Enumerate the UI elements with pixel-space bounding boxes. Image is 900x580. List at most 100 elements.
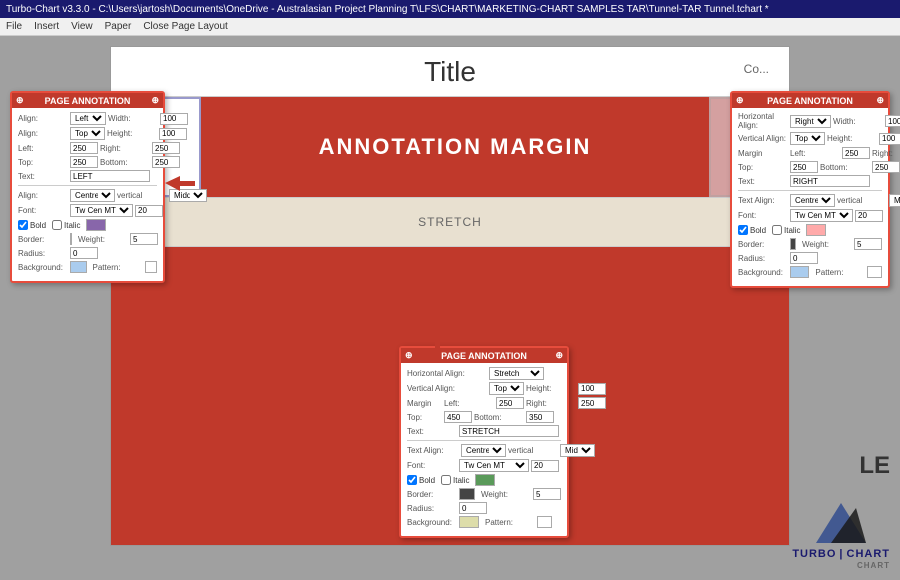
panel-bottom-vertical-select[interactable]: Midd — [560, 444, 595, 457]
panel-bottom-right-input[interactable] — [578, 397, 606, 409]
panel-left-halign-select[interactable]: Left — [70, 112, 106, 125]
panel-right-halign-row: Horizontal Align: Right Width: — [738, 112, 882, 130]
panel-right-style-row: Bold Italic — [738, 224, 882, 236]
chart-badge: CHART — [857, 561, 890, 570]
panel-bottom-text-input[interactable] — [459, 425, 559, 437]
panel-right-italic-check[interactable] — [772, 225, 782, 235]
panel-bottom-bottom-input[interactable] — [526, 411, 554, 423]
panel-right-text-input[interactable] — [790, 175, 870, 187]
panel-bottom-border-swatch[interactable] — [459, 488, 475, 500]
menu-close-page-layout[interactable]: Close Page Layout — [143, 21, 228, 32]
panel-left-color-swatch[interactable] — [86, 219, 106, 231]
panel-left-margin2-row: Top: Bottom: — [18, 156, 157, 168]
page-title-section: Title Co... — [111, 47, 789, 97]
panel-bottom-title: ⊕ PAGE ANNOTATION ⊕ — [401, 348, 567, 363]
panel-bottom-color-swatch[interactable] — [475, 474, 495, 486]
panel-left-font-size[interactable] — [135, 205, 163, 217]
panel-bottom-top-input[interactable] — [444, 411, 472, 423]
panel-left-width-label: Width: — [108, 114, 158, 123]
panel-right-title-text: PAGE ANNOTATION — [767, 96, 853, 106]
panel-left-valign-label: Align: — [18, 129, 68, 138]
panel-bottom-font-select[interactable]: Tw Cen MT — [459, 459, 529, 472]
panel-left-width-input[interactable] — [160, 113, 188, 125]
panel-right-color-swatch[interactable] — [806, 224, 826, 236]
panel-left-title: ⊕ PAGE ANNOTATION ⊕ — [12, 93, 163, 108]
panel-right-vertical-select[interactable]: Midd — [889, 194, 900, 207]
panel-right-bold-check[interactable] — [738, 225, 748, 235]
menu-paper[interactable]: Paper — [105, 21, 132, 32]
panel-bottom-textalign-label: Text Align: — [407, 446, 459, 455]
panel-bottom-bold-label: Bold — [419, 476, 435, 485]
panel-left-bold-check[interactable] — [18, 220, 28, 230]
panel-bottom-textalign-row: Text Align: Centre vertical Midd — [407, 444, 561, 457]
panel-right-textalign-select[interactable]: Centre — [790, 194, 835, 207]
panel-left-font-label: Font: — [18, 206, 68, 215]
panel-left-font-select[interactable]: Tw Cen MT — [70, 204, 133, 217]
panel-left-weight-input[interactable] — [130, 233, 158, 245]
panel-bottom-bold-check[interactable] — [407, 475, 417, 485]
menu-view[interactable]: View — [71, 21, 93, 32]
panel-right-halign-select[interactable]: Right — [790, 115, 831, 128]
panel-bottom-bg-swatch[interactable] — [459, 516, 479, 528]
panel-bottom-valign-select[interactable]: Top — [489, 382, 524, 395]
panel-bottom-weight-input[interactable] — [533, 488, 561, 500]
panel-left-bottom-input[interactable] — [152, 156, 180, 168]
panel-left-radius-input[interactable] — [70, 247, 98, 259]
panel-left-bold-label: Bold — [30, 221, 46, 230]
panel-bottom-vertical-label: vertical — [508, 446, 558, 455]
panel-bottom-halign-select[interactable]: Stretch — [489, 367, 544, 380]
panel-right-font-size[interactable] — [855, 210, 883, 222]
panel-left-weight-label: Weight: — [78, 235, 128, 244]
panel-bottom-left-input[interactable] — [496, 397, 524, 409]
panel-left-height-input[interactable] — [159, 128, 187, 140]
panel-left-top-input[interactable] — [70, 156, 98, 168]
panel-left-italic-check[interactable] — [52, 220, 62, 230]
menu-insert[interactable]: Insert — [34, 21, 59, 32]
panel-right-bg-swatch[interactable] — [790, 266, 809, 278]
panel-bottom-radius-label: Radius: — [407, 504, 457, 513]
panel-left-bottom-label: Bottom: — [100, 158, 150, 167]
panel-right-radius-input[interactable] — [790, 252, 818, 264]
panel-bottom-pattern-swatch[interactable] — [537, 516, 552, 528]
panel-bottom-height-input[interactable] — [578, 383, 606, 395]
panel-right-border-swatch[interactable] — [790, 238, 796, 250]
panel-left-valign-select[interactable]: Top — [70, 127, 105, 140]
panel-bottom-height-label: Height: — [526, 384, 576, 393]
panel-left-vertical-label: vertical — [117, 191, 167, 200]
panel-left-textalign-row: Align: Centre vertical Middle — [18, 189, 157, 202]
panel-right-bottom-input[interactable] — [872, 161, 900, 173]
logo-separator: | — [839, 548, 843, 560]
panel-bottom-textalign-select[interactable]: Centre — [461, 444, 506, 457]
panel-bottom-italic-check[interactable] — [441, 475, 451, 485]
panel-right-width-input[interactable] — [885, 115, 900, 127]
panel-right-height-input[interactable] — [879, 133, 900, 145]
panel-right-left-input[interactable] — [842, 147, 870, 159]
panel-right-top-input[interactable] — [790, 161, 818, 173]
panel-right-font-select[interactable]: Tw Cen MT — [790, 209, 853, 222]
panel-right-pattern-swatch[interactable] — [867, 266, 882, 278]
panel-left-bg-swatch[interactable] — [70, 261, 87, 273]
panel-left-valign-row: Align: Top Height: — [18, 127, 157, 140]
page-title: Title — [131, 56, 769, 88]
panel-right-valign-select[interactable]: Top — [790, 132, 825, 145]
panel-left-text-input[interactable] — [70, 170, 150, 182]
panel-left-left-input[interactable] — [70, 142, 98, 154]
panel-left-height-label: Height: — [107, 129, 157, 138]
panel-left-margin-row: Left: Right: — [18, 142, 157, 154]
panel-right-left-label: Left: — [790, 149, 840, 158]
arrow-left-indicator — [165, 176, 195, 196]
panel-bottom-left-label: Left: — [444, 399, 494, 408]
panel-left-right-input[interactable] — [152, 142, 180, 154]
panel-right-border-label: Border: — [738, 240, 788, 249]
panel-left-textalign-select[interactable]: Centre — [70, 189, 115, 202]
menu-file[interactable]: File — [6, 21, 22, 32]
panel-bottom-font-size[interactable] — [531, 460, 559, 472]
panel-bottom-radius-input[interactable] — [459, 502, 487, 514]
panel-bottom-style-row: Bold Italic — [407, 474, 561, 486]
panel-right-weight-input[interactable] — [854, 238, 882, 250]
panel-left-top-label: Top: — [18, 158, 68, 167]
panel-left-pattern-swatch[interactable] — [145, 261, 157, 273]
panel-left-border-swatch[interactable] — [70, 233, 72, 245]
panel-bottom-margin2-row: Top: Bottom: — [407, 411, 561, 423]
panel-bottom-bg-label: Background: — [407, 518, 457, 527]
